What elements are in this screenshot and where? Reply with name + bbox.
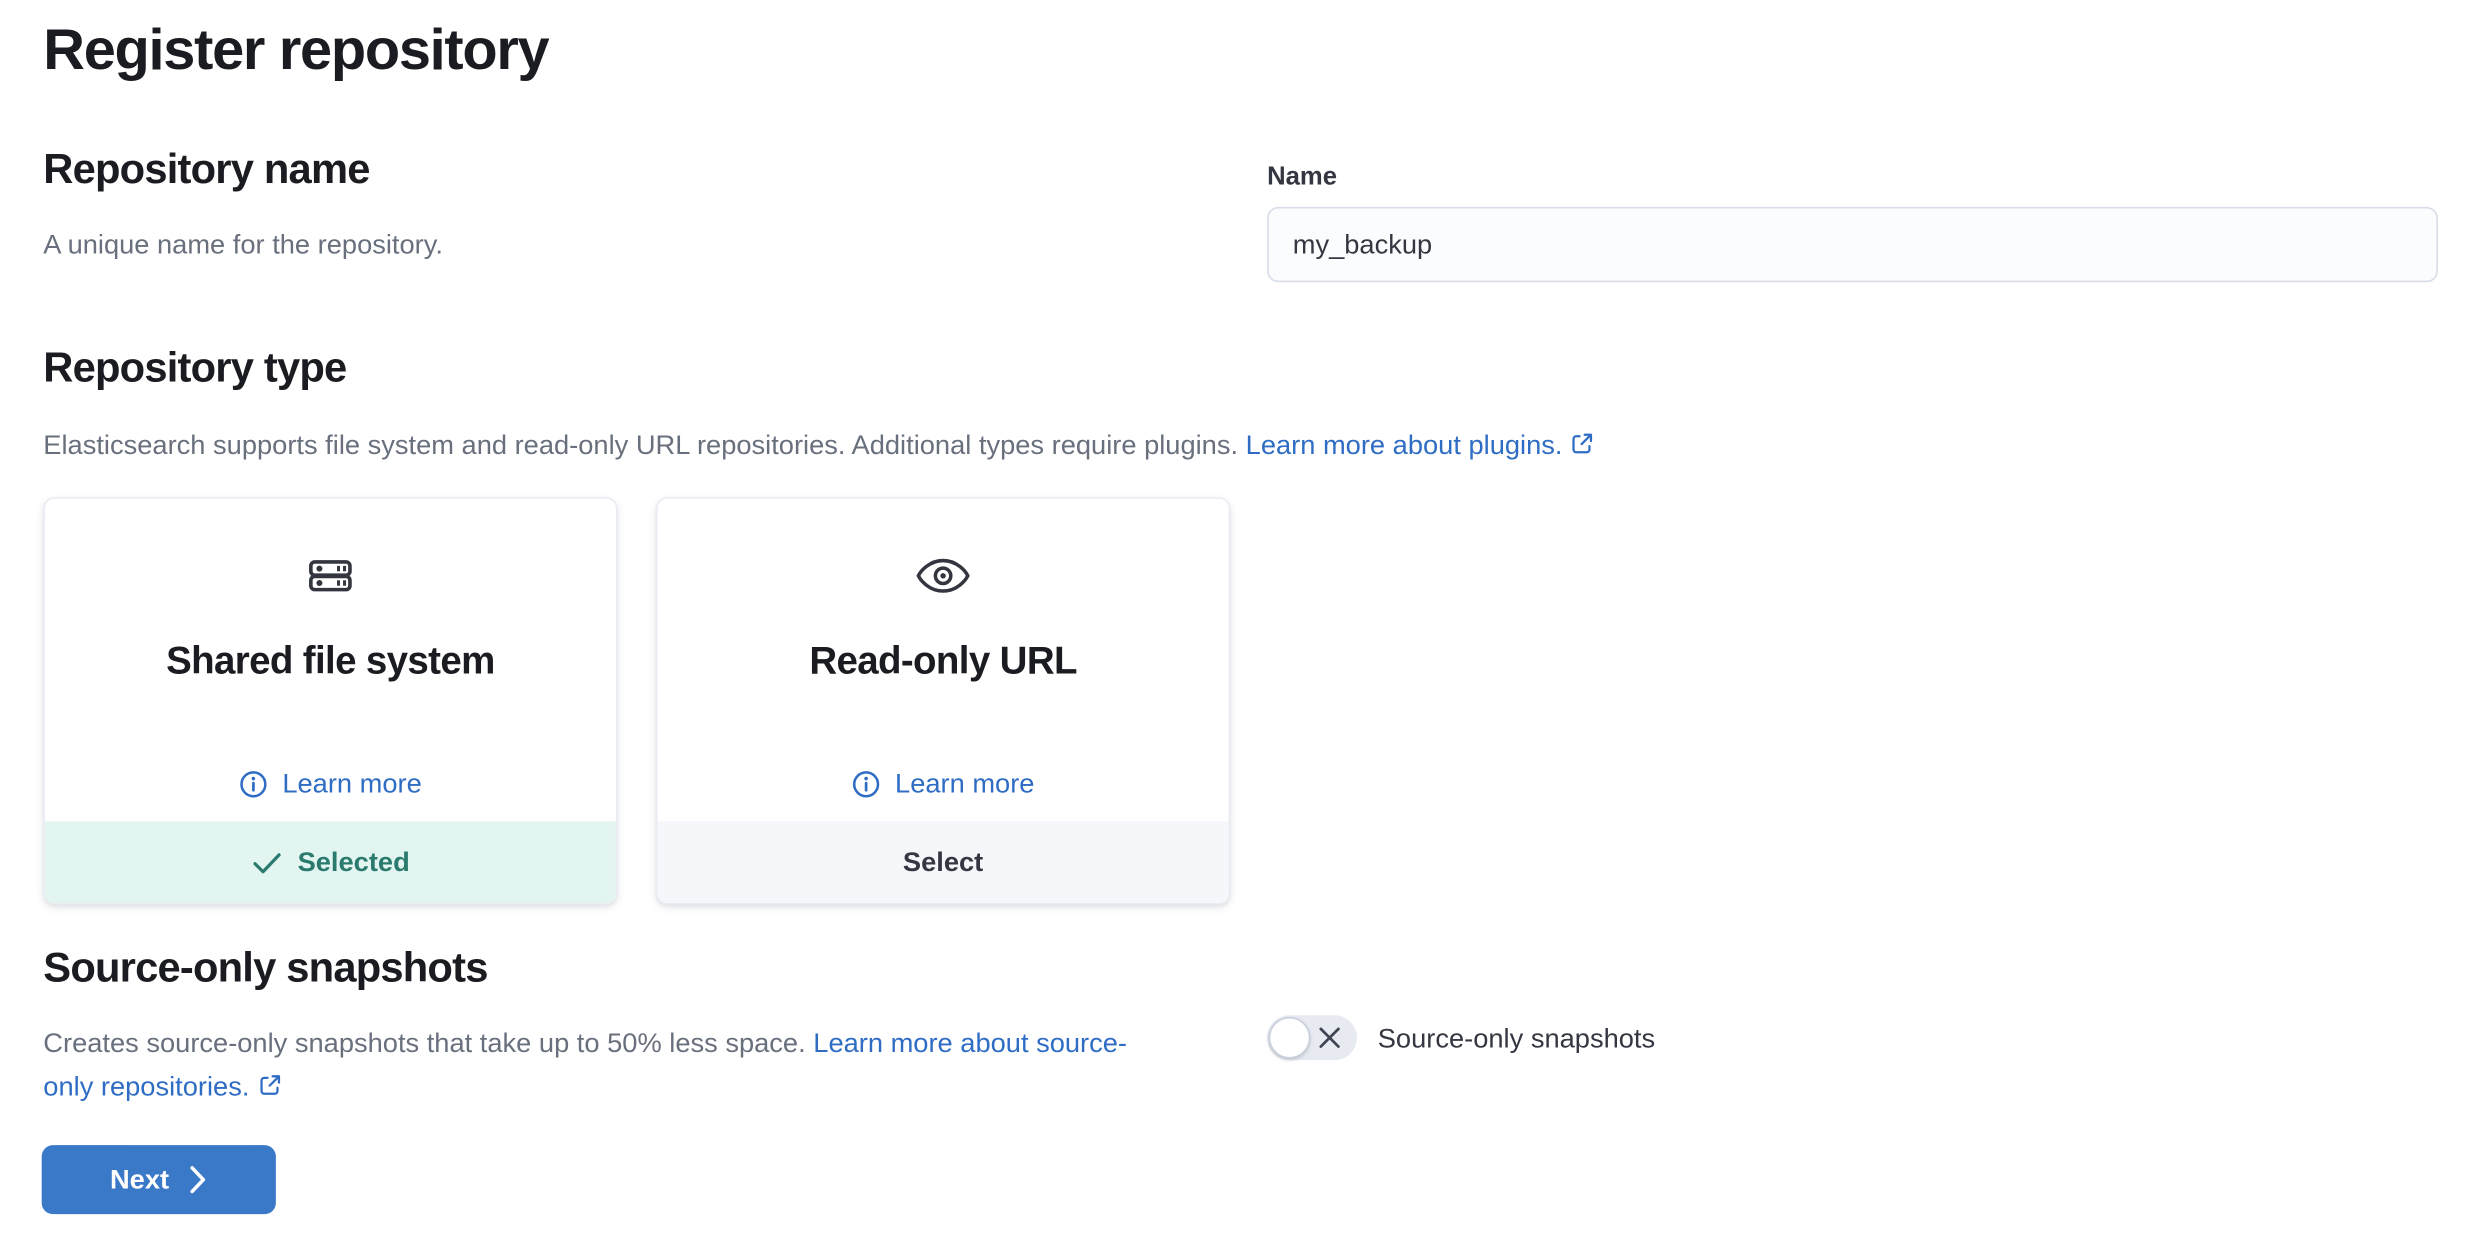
source-only-section: Source-only snapshots Creates source-onl…: [43, 940, 1166, 1108]
select-label: Select: [902, 846, 984, 877]
next-button-label: Next: [109, 1163, 170, 1195]
source-only-description-text: Creates source-only snapshots that take …: [43, 1028, 806, 1059]
name-field-label: Name: [1267, 163, 1337, 191]
card-title: Read-only URL: [809, 639, 1077, 684]
selected-label: Selected: [297, 846, 410, 877]
learn-more-link[interactable]: Learn more: [852, 768, 1035, 800]
card-read-only-url-body: Read-only URL Learn more: [658, 499, 1229, 821]
check-icon: [251, 849, 281, 875]
repository-name-section: Repository name A unique name for the re…: [43, 141, 1166, 266]
info-icon: [239, 770, 268, 799]
learn-more-label: Learn more: [895, 768, 1035, 799]
repository-type-cards: Shared file system Learn more Selected R…: [43, 497, 1231, 905]
toggle-label: Source-only snapshots: [1377, 1022, 1656, 1053]
register-repository-page: Register repository Repository name A un…: [0, 0, 2470, 1240]
external-link-icon: [1570, 431, 1594, 455]
name-input[interactable]: [1267, 206, 2438, 283]
plugins-link[interactable]: Learn more about plugins.: [1246, 430, 1563, 460]
card-read-only-url[interactable]: Read-only URL Learn more Select: [655, 497, 1231, 905]
card-shared-file-system[interactable]: Shared file system Learn more Selected: [43, 497, 618, 905]
source-only-description: Creates source-only snapshots that take …: [43, 1022, 1166, 1109]
select-footer: Select: [657, 821, 1229, 903]
toggle-knob: [1268, 1016, 1311, 1059]
source-only-heading: Source-only snapshots: [43, 943, 488, 992]
repository-name-heading: Repository name: [43, 144, 370, 193]
selected-footer: Selected: [44, 821, 616, 903]
info-icon: [852, 770, 881, 799]
learn-more-link[interactable]: Learn more: [239, 768, 422, 800]
repository-name-field-group: Name: [1267, 160, 2438, 283]
source-only-toggle-group: Source-only snapshots: [1267, 1015, 1656, 1061]
card-shared-file-system-body: Shared file system Learn more: [45, 499, 616, 821]
eye-icon: [914, 552, 972, 600]
viewport: Register repository Repository name A un…: [0, 0, 2470, 1240]
repository-name-description: A unique name for the repository.: [43, 229, 443, 260]
page-title: Register repository: [43, 16, 549, 82]
next-button[interactable]: Next: [41, 1145, 276, 1215]
repository-type-heading: Repository type: [43, 343, 347, 392]
repository-type-description: Elasticsearch supports file system and r…: [43, 423, 2433, 466]
repository-type-section: Repository type Elasticsearch supports f…: [43, 340, 2433, 467]
learn-more-label: Learn more: [282, 768, 422, 799]
storage-icon: [305, 552, 356, 600]
repository-type-description-text: Elasticsearch supports file system and r…: [43, 429, 1239, 461]
chevron-right-icon: [190, 1164, 208, 1194]
toggle-x-icon: [1317, 1025, 1343, 1051]
card-title: Shared file system: [166, 639, 495, 684]
source-only-toggle[interactable]: [1267, 1015, 1357, 1061]
external-link-icon: [257, 1073, 281, 1097]
